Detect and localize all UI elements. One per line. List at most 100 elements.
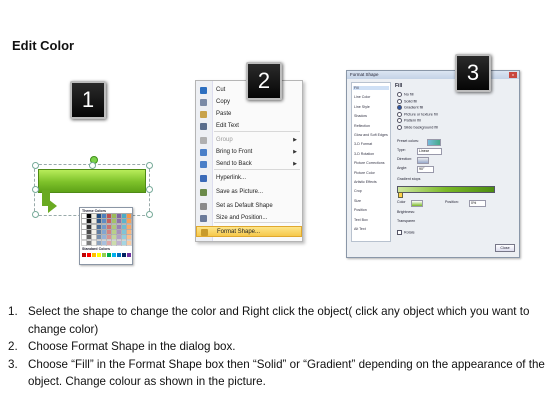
- color-swatch[interactable]: [126, 234, 132, 241]
- menu-item[interactable]: Bring to Front ▶: [196, 147, 302, 158]
- category-item[interactable]: Alt Text: [354, 227, 366, 231]
- color-swatch[interactable]: [121, 234, 127, 241]
- color-swatch[interactable]: [102, 253, 106, 257]
- fill-option[interactable]: Slide background fill: [397, 124, 438, 131]
- color-swatch[interactable]: [81, 239, 87, 246]
- color-swatch[interactable]: [101, 239, 107, 246]
- color-swatch[interactable]: [126, 228, 132, 235]
- color-swatch[interactable]: [111, 234, 117, 241]
- color-swatch[interactable]: [91, 218, 97, 225]
- color-swatch[interactable]: [101, 234, 107, 241]
- category-item[interactable]: Line Style: [354, 105, 370, 109]
- color-swatch[interactable]: [96, 213, 102, 219]
- color-swatch[interactable]: [96, 218, 102, 225]
- color-swatch[interactable]: [126, 218, 132, 225]
- color-swatch[interactable]: [106, 228, 112, 235]
- menu-item[interactable]: Paste: [196, 109, 302, 120]
- color-swatch[interactable]: [96, 223, 102, 230]
- color-swatch[interactable]: [101, 223, 107, 230]
- category-item[interactable]: Picture Color: [354, 171, 375, 175]
- color-swatch[interactable]: [91, 228, 97, 235]
- resize-handle[interactable]: [146, 211, 153, 218]
- category-item[interactable]: Line Color: [354, 95, 370, 99]
- position-input[interactable]: 0%: [469, 200, 486, 207]
- color-swatch[interactable]: [96, 234, 102, 241]
- color-swatch[interactable]: [126, 223, 132, 230]
- fill-option[interactable]: No fill: [397, 92, 414, 98]
- color-swatch[interactable]: [116, 239, 122, 246]
- color-swatch[interactable]: [116, 223, 122, 230]
- angle-input[interactable]: 90°: [417, 166, 434, 173]
- color-swatch[interactable]: [86, 239, 92, 246]
- color-swatch[interactable]: [116, 228, 122, 235]
- color-swatch[interactable]: [106, 239, 112, 246]
- radio-button[interactable]: [397, 98, 402, 104]
- green-shape[interactable]: [38, 169, 146, 193]
- type-dropdown[interactable]: Linear: [417, 148, 442, 155]
- gradient-stop-handle[interactable]: [398, 192, 403, 198]
- color-swatch[interactable]: [91, 239, 97, 246]
- color-swatch[interactable]: [111, 228, 117, 235]
- color-swatch[interactable]: [106, 223, 112, 230]
- color-swatch[interactable]: [97, 253, 101, 257]
- color-swatch[interactable]: [117, 253, 121, 257]
- resize-handle[interactable]: [146, 162, 153, 169]
- color-swatch[interactable]: [127, 253, 131, 257]
- color-swatch[interactable]: [126, 213, 132, 219]
- category-item[interactable]: Position: [354, 208, 367, 212]
- menu-item[interactable]: Save as Picture...: [196, 187, 302, 198]
- color-swatch[interactable]: [106, 234, 112, 241]
- color-swatch[interactable]: [121, 213, 127, 219]
- resize-handle[interactable]: [32, 211, 39, 218]
- resize-handle[interactable]: [146, 186, 153, 193]
- fill-option[interactable]: Pattern fill: [397, 118, 421, 124]
- category-item[interactable]: 3-D Format: [354, 142, 372, 146]
- color-swatch[interactable]: [101, 218, 107, 225]
- color-swatch[interactable]: [111, 239, 117, 246]
- menu-item[interactable]: Format Shape...: [196, 226, 302, 237]
- color-swatch[interactable]: [86, 213, 92, 219]
- color-swatch[interactable]: [86, 234, 92, 241]
- color-swatch[interactable]: [87, 253, 91, 257]
- gradient-stops-bar[interactable]: [397, 186, 495, 193]
- color-swatch[interactable]: [96, 239, 102, 246]
- preset-colors-dropdown[interactable]: [427, 139, 441, 146]
- color-swatch[interactable]: [106, 213, 112, 219]
- category-item[interactable]: Size: [354, 199, 361, 203]
- color-swatch[interactable]: [81, 218, 87, 225]
- close-button[interactable]: Close: [495, 244, 515, 252]
- color-swatch[interactable]: [111, 218, 117, 225]
- category-item[interactable]: Glow and Soft Edges: [354, 133, 388, 137]
- color-swatch[interactable]: [121, 223, 127, 230]
- color-swatch[interactable]: [116, 234, 122, 241]
- color-swatch[interactable]: [81, 234, 87, 241]
- color-swatch[interactable]: [81, 213, 87, 219]
- menu-item[interactable]: Group ▶: [196, 135, 302, 146]
- rotate-checkbox[interactable]: [397, 230, 402, 235]
- resize-handle[interactable]: [32, 162, 39, 169]
- color-swatch[interactable]: [121, 218, 127, 225]
- color-swatch[interactable]: [111, 223, 117, 230]
- category-item[interactable]: Fill: [353, 86, 389, 90]
- color-swatch[interactable]: [116, 213, 122, 219]
- category-item[interactable]: Crop: [354, 189, 362, 193]
- menu-item[interactable]: Hyperlink...: [196, 173, 302, 184]
- color-swatch[interactable]: [91, 213, 97, 219]
- fill-option[interactable]: Picture or texture fill: [397, 111, 438, 118]
- color-swatch[interactable]: [81, 228, 87, 235]
- resize-handle[interactable]: [89, 162, 96, 169]
- color-swatch[interactable]: [86, 228, 92, 235]
- color-swatch[interactable]: [116, 218, 122, 225]
- fill-option[interactable]: Gradient fill: [397, 105, 423, 111]
- radio-button[interactable]: [397, 92, 402, 97]
- color-swatch[interactable]: [86, 223, 92, 230]
- color-swatch[interactable]: [101, 228, 107, 235]
- color-swatch[interactable]: [91, 234, 97, 241]
- color-dropdown[interactable]: [411, 200, 423, 207]
- category-item[interactable]: Reflection: [354, 124, 370, 128]
- color-swatch[interactable]: [122, 253, 126, 257]
- radio-button[interactable]: [397, 111, 402, 117]
- color-swatch[interactable]: [111, 213, 117, 219]
- radio-button[interactable]: [397, 118, 402, 123]
- color-swatch[interactable]: [121, 239, 127, 246]
